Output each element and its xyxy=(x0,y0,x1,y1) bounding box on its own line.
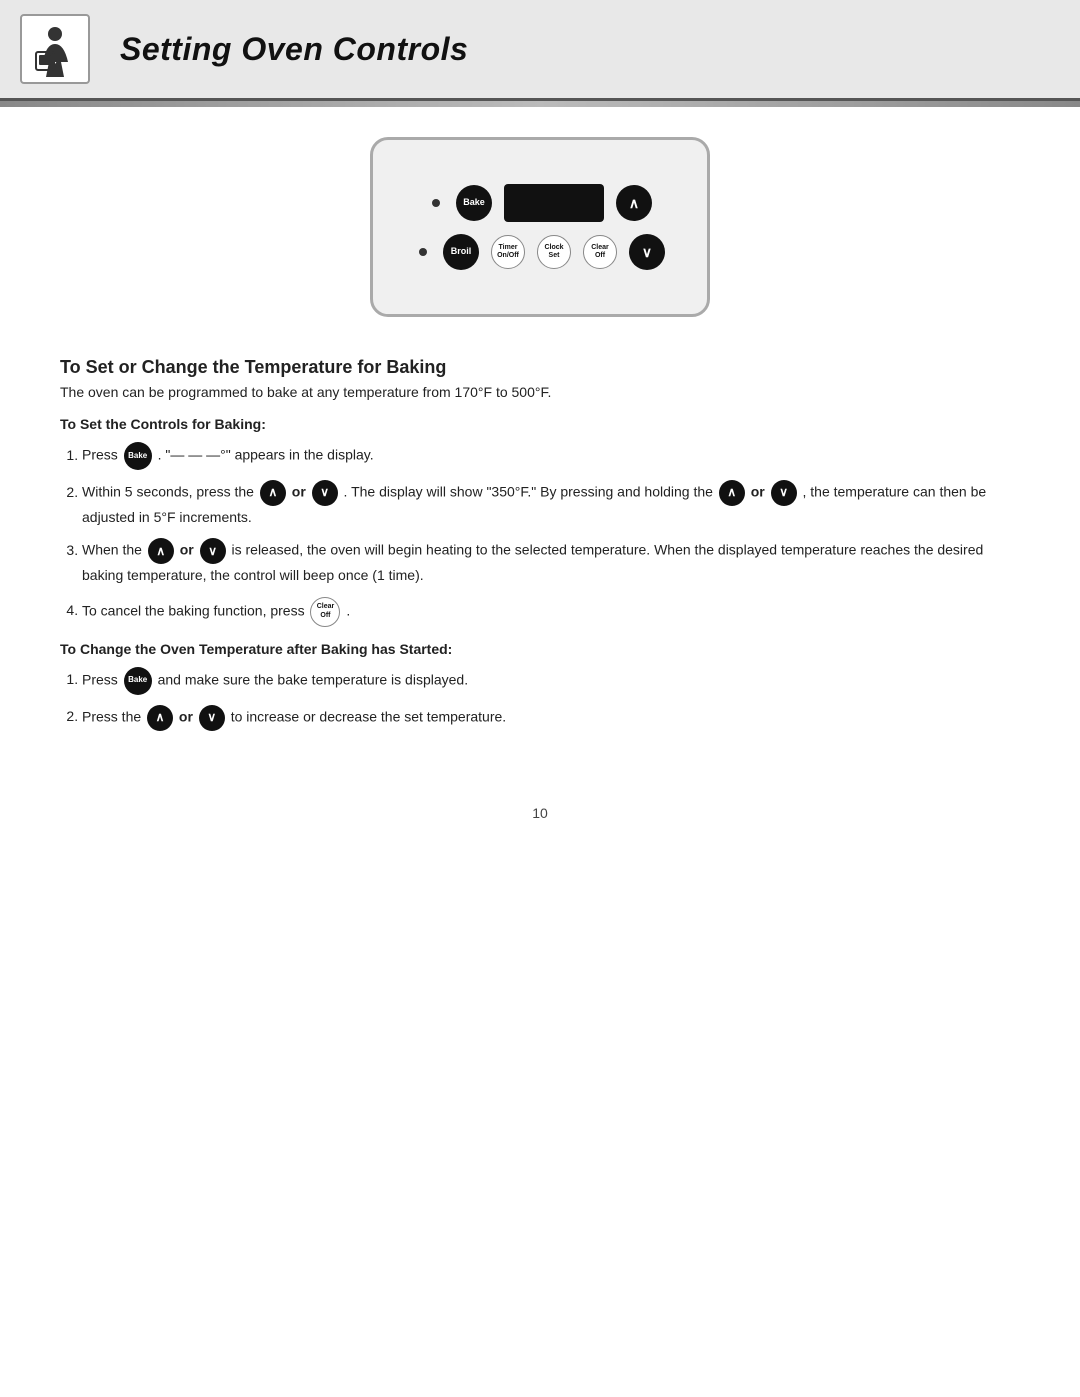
inline-down-btn-change-2[interactable]: ∨ xyxy=(199,705,225,731)
set-step-2: Within 5 seconds, press the ∧ or ∨ . The… xyxy=(82,480,1020,528)
change-heading: To Change the Oven Temperature after Bak… xyxy=(60,641,1020,657)
set-step-4: To cancel the baking function, press Cle… xyxy=(82,597,1020,627)
dot-indicator-top xyxy=(432,199,440,207)
page-number: 10 xyxy=(0,785,1080,841)
panel-timer-button[interactable]: Timer On/Off xyxy=(491,235,525,269)
set-step-1: Press Bake . "— — —°" appears in the dis… xyxy=(82,442,1020,470)
change-step-2: Press the ∧ or ∨ to increase or decrease… xyxy=(82,705,1020,731)
inline-up-btn-change-2[interactable]: ∧ xyxy=(147,705,173,731)
inline-down-btn-2b[interactable]: ∨ xyxy=(771,480,797,506)
panel-clock-button[interactable]: Clock Set xyxy=(537,235,571,269)
dot-indicator-bottom xyxy=(419,248,427,256)
panel-down-arrow[interactable]: ∨ xyxy=(629,234,665,270)
set-controls-list: Press Bake . "— — —°" appears in the dis… xyxy=(60,442,1020,627)
inline-up-btn-2a[interactable]: ∧ xyxy=(260,480,286,506)
inline-clear-btn-4[interactable]: ClearOff xyxy=(310,597,340,627)
panel-up-arrow[interactable]: ∧ xyxy=(616,185,652,221)
logo xyxy=(20,14,90,84)
change-step-1: Press Bake and make sure the bake temper… xyxy=(82,667,1020,695)
inline-bake-btn-change-1[interactable]: Bake xyxy=(124,667,152,695)
main-heading: To Set or Change the Temperature for Bak… xyxy=(60,357,1020,378)
page-title: Setting Oven Controls xyxy=(120,31,468,68)
panel-clear-button[interactable]: Clear Off xyxy=(583,235,617,269)
diagram-section: Bake ∧ Broil Timer On/Off Clock Set Clea… xyxy=(0,107,1080,337)
inline-bake-btn-1[interactable]: Bake xyxy=(124,442,152,470)
change-controls-list: Press Bake and make sure the bake temper… xyxy=(60,667,1020,731)
content-section: To Set or Change the Temperature for Bak… xyxy=(0,337,1080,785)
inline-up-btn-2b[interactable]: ∧ xyxy=(719,480,745,506)
oven-control-panel: Bake ∧ Broil Timer On/Off Clock Set Clea… xyxy=(370,137,710,317)
panel-row-bottom: Broil Timer On/Off Clock Set Clear Off ∨ xyxy=(415,234,665,270)
set-controls-heading: To Set the Controls for Baking: xyxy=(60,416,1020,432)
main-subtitle: The oven can be programmed to bake at an… xyxy=(60,384,1020,400)
inline-down-btn-2a[interactable]: ∨ xyxy=(312,480,338,506)
page-header: Setting Oven Controls xyxy=(0,0,1080,101)
set-step-3: When the ∧ or ∨ is released, the oven wi… xyxy=(82,538,1020,586)
panel-row-top: Bake ∧ xyxy=(428,184,652,222)
panel-display xyxy=(504,184,604,222)
inline-down-btn-3[interactable]: ∨ xyxy=(200,538,226,564)
inline-up-btn-3[interactable]: ∧ xyxy=(148,538,174,564)
logo-icon xyxy=(28,22,83,77)
panel-broil-button[interactable]: Broil xyxy=(443,234,479,270)
panel-bake-button[interactable]: Bake xyxy=(456,185,492,221)
